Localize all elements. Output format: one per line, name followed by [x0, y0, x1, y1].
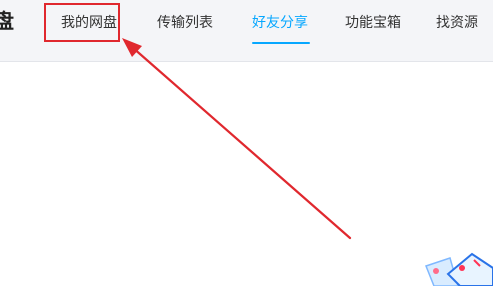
tab-toolbox[interactable]: 功能宝箱	[345, 13, 401, 33]
active-tab-indicator	[252, 42, 310, 44]
tab-transfer-list[interactable]: 传输列表	[157, 13, 213, 33]
annotation-arrow-shaft	[130, 45, 352, 240]
app-window: 盘 我的网盘 传输列表 好友分享 功能宝箱 找资源	[0, 0, 493, 286]
app-logo-text: 盘	[0, 9, 14, 33]
tab-friend-share[interactable]: 好友分享	[252, 13, 308, 33]
tab-find-resources[interactable]: 找资源	[436, 13, 478, 33]
illustration-fragment-icon	[425, 252, 493, 286]
tab-my-disk[interactable]: 我的网盘	[61, 13, 117, 33]
top-navigation-bar: 盘 我的网盘 传输列表 好友分享 功能宝箱 找资源	[0, 0, 493, 62]
